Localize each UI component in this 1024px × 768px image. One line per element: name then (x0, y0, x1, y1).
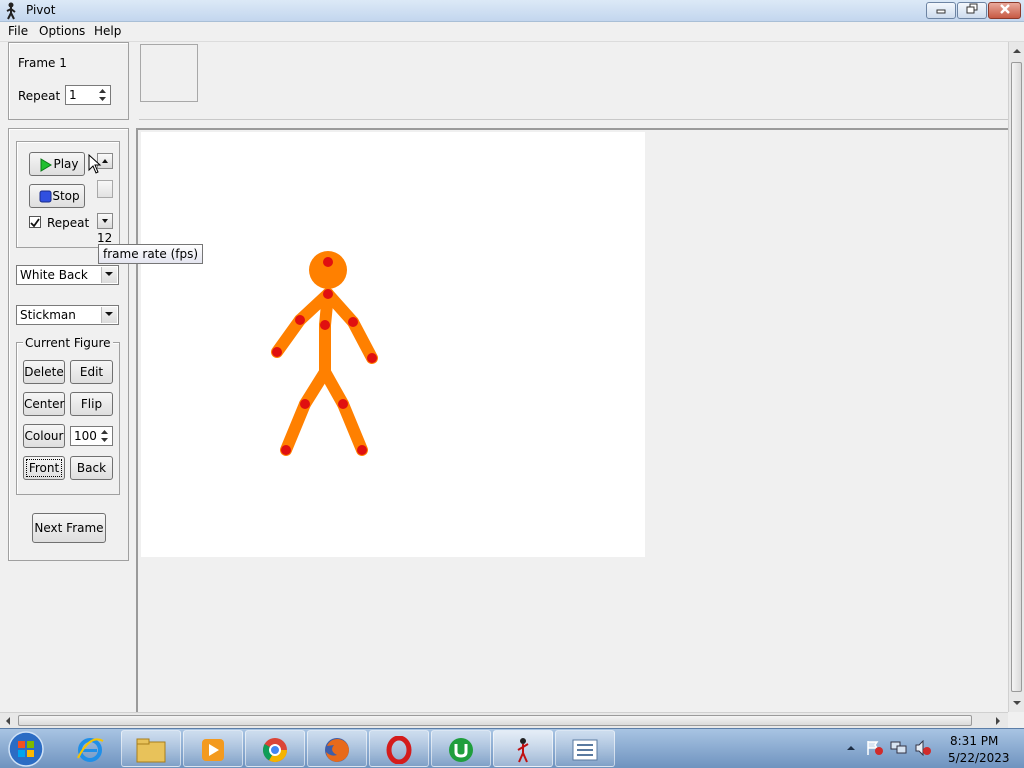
frame-panel: Frame 1 Repeat : 1 (8, 42, 129, 120)
background-select[interactable]: White Back (16, 265, 119, 285)
clock-time[interactable]: 8:31 PM (950, 734, 998, 748)
play-icon (40, 158, 52, 172)
repeat-checkbox[interactable] (29, 216, 41, 228)
repeat-checkbox-label: Repeat (47, 216, 90, 230)
spinner-arrows-icon[interactable] (96, 87, 109, 103)
animation-canvas[interactable] (141, 132, 645, 557)
current-figure-group: Current Figure Delete Edit Center Flip C… (16, 336, 120, 495)
minimize-icon (936, 9, 946, 14)
fps-tooltip: frame rate (fps) (98, 244, 204, 264)
play-label: Play (53, 157, 79, 171)
center-button[interactable]: Center (23, 392, 65, 416)
firefox-icon (325, 738, 349, 762)
volume-muted-icon[interactable] (914, 740, 932, 756)
menu-bar: File Options Help (0, 22, 1024, 42)
background-dropdown-button[interactable] (101, 267, 117, 283)
start-orb-icon[interactable] (6, 730, 46, 768)
front-button[interactable]: Front (23, 456, 65, 480)
fps-down-button[interactable] (97, 213, 113, 229)
edit-button[interactable]: Edit (70, 360, 113, 384)
figure-select[interactable]: Stickman (16, 305, 119, 325)
horizontal-scrollbar[interactable] (0, 712, 1008, 728)
maximize-button[interactable] (957, 2, 987, 19)
taskbar-chrome[interactable] (245, 730, 305, 767)
taskbar-notes[interactable] (555, 730, 615, 767)
chevron-down-icon (105, 272, 113, 276)
scroll-down-icon[interactable] (1012, 698, 1022, 708)
taskbar-media-player[interactable] (183, 730, 243, 767)
frame-thumbnail[interactable] (140, 44, 198, 102)
colour-value: 100 (74, 429, 97, 443)
close-button[interactable] (988, 2, 1021, 19)
frame-strip (139, 42, 1008, 120)
stickman-figure[interactable] (141, 132, 645, 557)
internet-explorer-icon (77, 738, 104, 762)
figure-select-value: Stickman (20, 308, 76, 322)
colour-spinner[interactable]: 100 (70, 426, 113, 446)
play-button[interactable]: Play (29, 152, 85, 176)
menu-file[interactable]: File (5, 24, 31, 38)
action-center-flag-icon[interactable] (866, 740, 884, 756)
opera-icon (386, 736, 412, 764)
figure-dropdown-button[interactable] (101, 307, 117, 323)
menu-options[interactable]: Options (36, 24, 88, 38)
network-icon[interactable] (890, 740, 908, 756)
media-player-icon (202, 739, 224, 761)
mouse-cursor-icon (88, 154, 102, 174)
utorrent-icon (449, 738, 473, 762)
stop-button[interactable]: Stop (29, 184, 85, 208)
delete-button[interactable]: Delete (23, 360, 65, 384)
show-hidden-icons-icon[interactable] (846, 743, 856, 753)
colour-button[interactable]: Colour (23, 424, 65, 448)
stop-label: Stop (52, 189, 80, 203)
background-select-value: White Back (20, 268, 88, 282)
scroll-up-icon[interactable] (1012, 46, 1022, 56)
stop-icon (39, 190, 52, 203)
vertical-scrollbar[interactable] (1008, 42, 1024, 712)
folder-icon (136, 738, 166, 763)
menu-help[interactable]: Help (91, 24, 124, 38)
pivot-app-icon (6, 2, 16, 20)
chevron-down-icon (105, 312, 113, 316)
list-document-icon (572, 739, 598, 761)
scroll-right-icon[interactable] (993, 716, 1003, 726)
arrow-down-icon (102, 219, 108, 223)
checkmark-icon (30, 218, 40, 228)
minimize-button[interactable] (926, 2, 956, 19)
fps-value: 12 (97, 231, 113, 245)
frame-label: Frame 1 (18, 56, 67, 70)
window-title: Pivot (26, 3, 56, 17)
pivot-stickman-icon (517, 738, 529, 763)
repeat-value: 1 (69, 88, 77, 102)
next-frame-button[interactable]: Next Frame (32, 513, 106, 543)
horizontal-scroll-thumb[interactable] (18, 715, 972, 726)
taskbar-ie[interactable] (60, 730, 120, 767)
vertical-scroll-thumb[interactable] (1011, 62, 1022, 692)
taskbar (0, 728, 1024, 768)
clock-date[interactable]: 5/22/2023 (948, 751, 1010, 765)
taskbar-explorer[interactable] (121, 730, 181, 767)
restore-icon (966, 3, 978, 14)
flip-button[interactable]: Flip (70, 392, 113, 416)
taskbar-utorrent[interactable] (431, 730, 491, 767)
taskbar-pivot[interactable] (493, 730, 553, 767)
back-button[interactable]: Back (70, 456, 113, 480)
taskbar-opera[interactable] (369, 730, 429, 767)
title-bar: Pivot (0, 0, 1024, 22)
fps-slider-thumb[interactable] (97, 180, 113, 198)
chrome-icon (262, 738, 287, 763)
spinner-arrows-icon[interactable] (98, 428, 111, 444)
close-icon (999, 4, 1010, 14)
scroll-left-icon[interactable] (3, 716, 13, 726)
current-figure-label: Current Figure (23, 336, 113, 350)
repeat-spinner[interactable]: 1 (65, 85, 111, 105)
taskbar-firefox[interactable] (307, 730, 367, 767)
repeat-label: Repeat : (18, 89, 69, 103)
